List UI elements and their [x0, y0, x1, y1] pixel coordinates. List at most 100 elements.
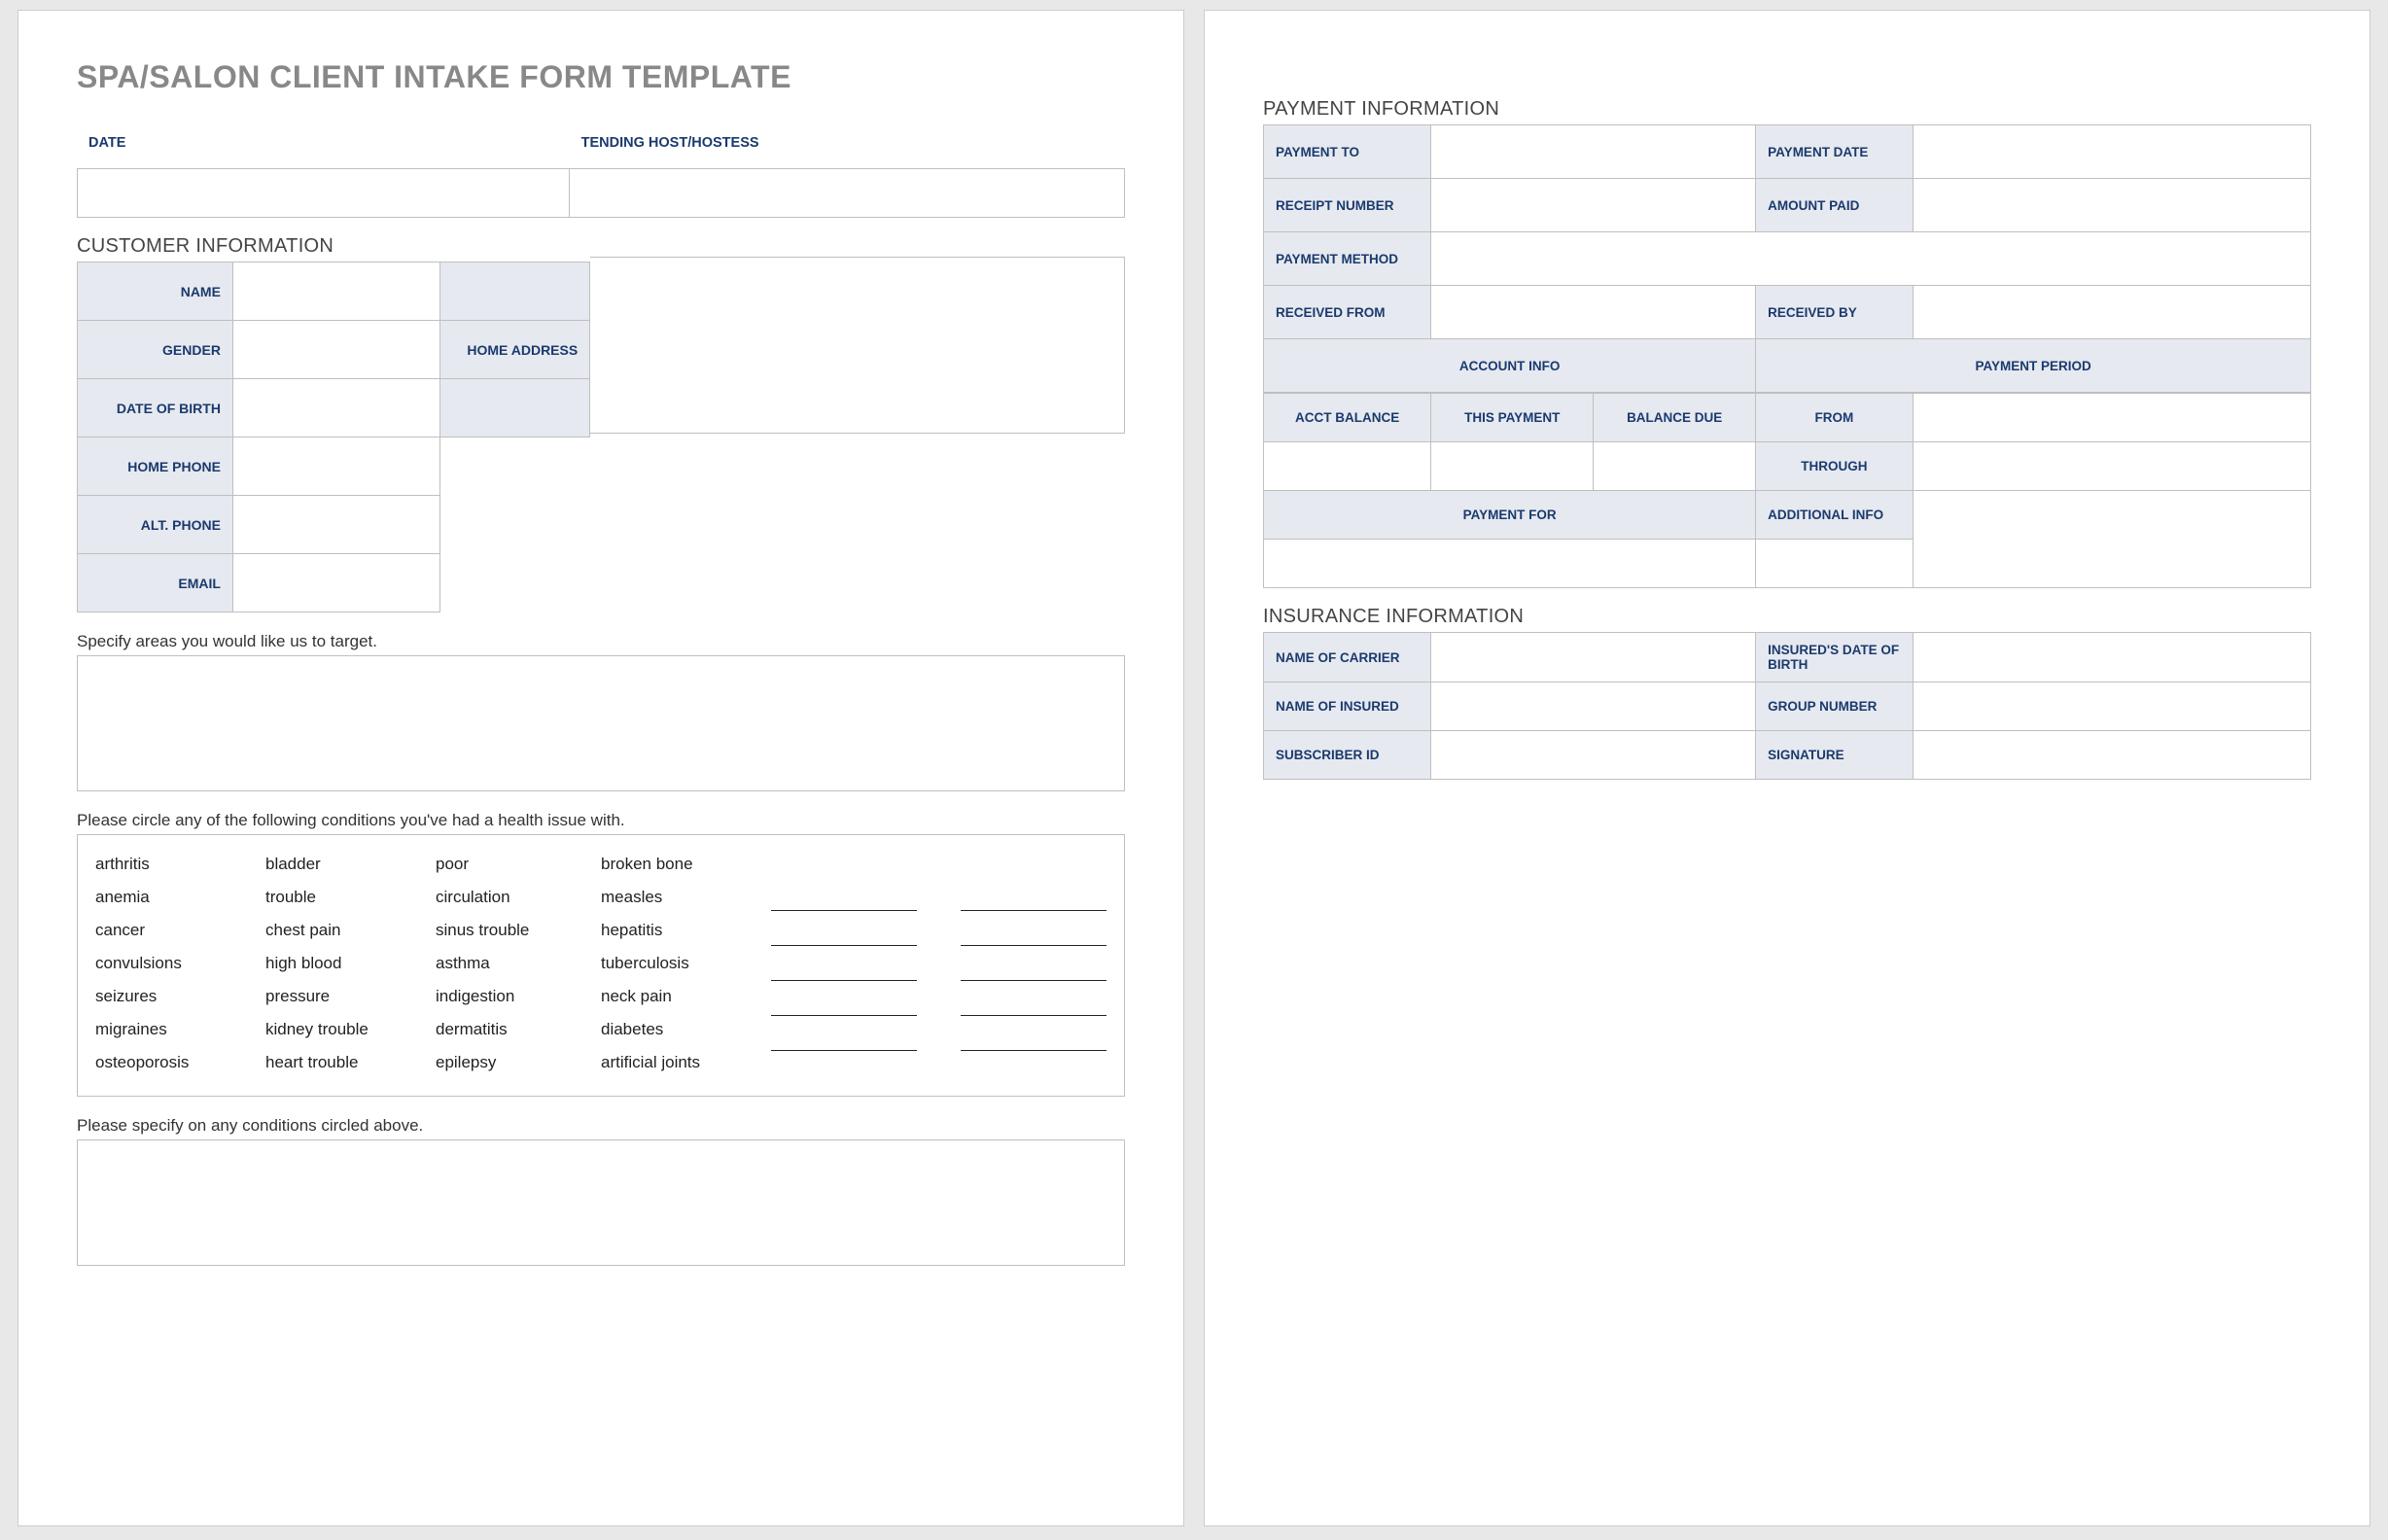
date-input[interactable]: [78, 169, 570, 218]
payment-sub-table: ACCT BALANCE THIS PAYMENT BALANCE DUE FR…: [1263, 393, 2311, 588]
balance-due-label: BALANCE DUE: [1594, 394, 1756, 442]
payment-to-input[interactable]: [1431, 125, 1756, 179]
alt-phone-input[interactable]: [232, 496, 439, 554]
cond-col-0: arthritis anemia cancer convulsions seiz…: [95, 855, 265, 1072]
payment-heading: PAYMENT INFORMATION: [1263, 98, 2311, 121]
carrier-label: NAME OF CARRIER: [1264, 633, 1431, 682]
received-by-label: RECEIVED BY: [1756, 286, 1914, 339]
payment-to-label: PAYMENT TO: [1264, 125, 1431, 179]
page-title: SPA/SALON CLIENT INTAKE FORM TEMPLATE: [77, 59, 1125, 95]
subscriber-id-label: SUBSCRIBER ID: [1264, 731, 1431, 780]
through-input[interactable]: [1913, 442, 2310, 491]
cond-item[interactable]: broken bone: [601, 855, 771, 874]
payment-for-input[interactable]: [1264, 540, 1756, 588]
home-address-input[interactable]: [590, 257, 1125, 434]
balance-due-input[interactable]: [1594, 442, 1756, 491]
cond-item[interactable]: circulation: [436, 888, 601, 907]
cond-item[interactable]: indigestion: [436, 987, 601, 1006]
cond-item[interactable]: dermatitis: [436, 1020, 601, 1039]
specify-input[interactable]: [77, 1139, 1125, 1266]
receipt-number-input[interactable]: [1431, 179, 1756, 232]
cond-item[interactable]: diabetes: [601, 1020, 771, 1039]
cond-item[interactable]: poor: [436, 855, 601, 874]
payment-table: PAYMENT TO PAYMENT DATE RECEIPT NUMBER A…: [1263, 124, 2311, 393]
cond-item[interactable]: hepatitis: [601, 921, 771, 940]
received-from-input[interactable]: [1431, 286, 1756, 339]
home-phone-label: HOME PHONE: [78, 438, 233, 496]
top-inputs: [77, 168, 1125, 218]
addr-blank-1: [440, 262, 590, 321]
host-label: TENDING HOST/HOSTESS: [570, 110, 1125, 168]
cond-item[interactable]: seizures: [95, 987, 265, 1006]
additional-info-input[interactable]: [1913, 491, 2310, 588]
cond-item[interactable]: sinus trouble: [436, 921, 601, 940]
cond-item[interactable]: bladder: [265, 855, 436, 874]
target-areas-input[interactable]: [77, 655, 1125, 791]
this-payment-input[interactable]: [1431, 442, 1594, 491]
blank-line[interactable]: [771, 960, 917, 981]
amount-paid-label: AMOUNT PAID: [1756, 179, 1914, 232]
insured-name-label: NAME OF INSURED: [1264, 682, 1431, 731]
payment-period-label: PAYMENT PERIOD: [1756, 339, 2311, 393]
customer-heading: CUSTOMER INFORMATION: [77, 235, 1125, 258]
acct-balance-input[interactable]: [1264, 442, 1431, 491]
from-input[interactable]: [1913, 394, 2310, 442]
blank-line[interactable]: [771, 925, 917, 946]
addr-blank-2: [440, 379, 590, 438]
group-number-input[interactable]: [1913, 682, 2310, 731]
received-from-label: RECEIVED FROM: [1264, 286, 1431, 339]
cond-item[interactable]: anemia: [95, 888, 265, 907]
page-right: PAYMENT INFORMATION PAYMENT TO PAYMENT D…: [1204, 10, 2370, 1526]
email-input[interactable]: [232, 554, 439, 612]
home-address-label: HOME ADDRESS: [440, 321, 590, 379]
cond-item[interactable]: cancer: [95, 921, 265, 940]
cond-item[interactable]: asthma: [436, 954, 601, 973]
received-by-input[interactable]: [1913, 286, 2310, 339]
circle-prompt: Please circle any of the following condi…: [77, 811, 1125, 830]
payment-method-input[interactable]: [1431, 232, 2311, 286]
blank-line[interactable]: [961, 890, 1106, 911]
cond-item[interactable]: trouble: [265, 888, 436, 907]
cond-item[interactable]: artificial joints: [601, 1053, 771, 1072]
insured-dob-input[interactable]: [1913, 633, 2310, 682]
cond-item[interactable]: kidney trouble: [265, 1020, 436, 1039]
host-input[interactable]: [570, 169, 1125, 218]
gender-input[interactable]: [232, 321, 439, 379]
customer-table: NAME GENDER HOME ADDRESS DATE OF BIRTH H…: [77, 262, 653, 612]
insured-name-input[interactable]: [1431, 682, 1756, 731]
name-label: NAME: [78, 262, 233, 321]
cond-item[interactable]: convulsions: [95, 954, 265, 973]
cond-item[interactable]: arthritis: [95, 855, 265, 874]
home-phone-input[interactable]: [232, 438, 439, 496]
blank-line[interactable]: [771, 995, 917, 1016]
blank-line[interactable]: [961, 995, 1106, 1016]
cond-item[interactable]: chest pain: [265, 921, 436, 940]
blank-line[interactable]: [771, 890, 917, 911]
cond-item[interactable]: heart trouble: [265, 1053, 436, 1072]
signature-input[interactable]: [1913, 731, 2310, 780]
cond-item[interactable]: tuberculosis: [601, 954, 771, 973]
blank-line[interactable]: [961, 1030, 1106, 1051]
cond-item[interactable]: osteoporosis: [95, 1053, 265, 1072]
payment-date-label: PAYMENT DATE: [1756, 125, 1914, 179]
cond-item[interactable]: pressure: [265, 987, 436, 1006]
cond-item[interactable]: measles: [601, 888, 771, 907]
subscriber-id-input[interactable]: [1431, 731, 1756, 780]
name-input[interactable]: [232, 262, 439, 321]
from-label: FROM: [1756, 394, 1914, 442]
carrier-input[interactable]: [1431, 633, 1756, 682]
cond-item[interactable]: epilepsy: [436, 1053, 601, 1072]
cond-item[interactable]: high blood: [265, 954, 436, 973]
cond-item[interactable]: neck pain: [601, 987, 771, 1006]
blank-line[interactable]: [961, 925, 1106, 946]
cond-item[interactable]: migraines: [95, 1020, 265, 1039]
account-info-label: ACCOUNT INFO: [1264, 339, 1756, 393]
payment-date-input[interactable]: [1913, 125, 2310, 179]
gender-label: GENDER: [78, 321, 233, 379]
dob-input[interactable]: [232, 379, 439, 438]
blank-line[interactable]: [771, 1030, 917, 1051]
amount-paid-input[interactable]: [1913, 179, 2310, 232]
blank-line[interactable]: [961, 960, 1106, 981]
additional-info-label: ADDITIONAL INFO: [1756, 491, 1914, 540]
top-labels: DATE TENDING HOST/HOSTESS: [77, 110, 1125, 168]
